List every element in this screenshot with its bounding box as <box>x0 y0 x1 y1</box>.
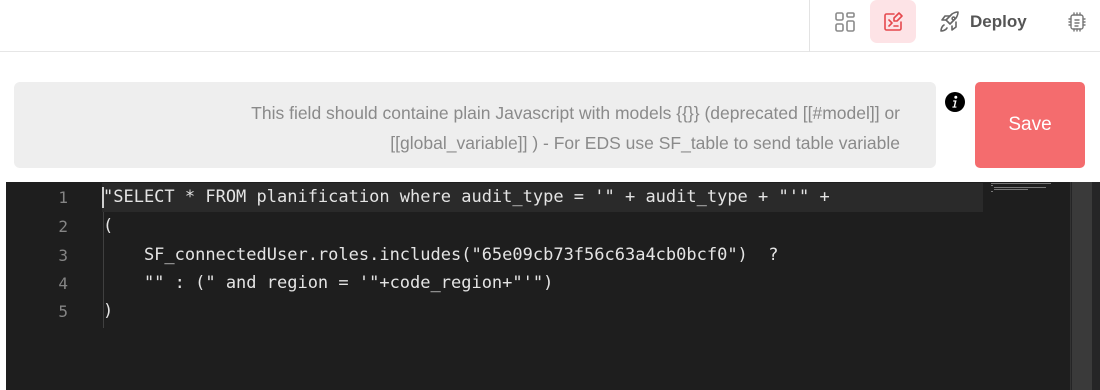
code-editor[interactable]: 1 2 3 4 5 "SELECT * FROM planification w… <box>6 182 1100 390</box>
line-number: 5 <box>58 302 68 321</box>
line-number-gutter: 1 2 3 4 5 <box>6 182 96 390</box>
hint-line-2: [[global_variable]] ) - For EDS use SF_t… <box>390 133 900 153</box>
save-button[interactable]: Save <box>975 82 1085 168</box>
code-edit-icon <box>884 11 903 31</box>
code-minimap[interactable] <box>991 182 1071 194</box>
code-line[interactable]: "SELECT * FROM planification where audit… <box>103 183 830 212</box>
line-number: 1 <box>58 188 68 207</box>
line-number: 2 <box>58 217 68 236</box>
layout-button[interactable] <box>828 0 862 44</box>
code-line[interactable]: ) <box>103 297 113 326</box>
deploy-label: Deploy <box>970 12 1027 31</box>
text-cursor <box>102 187 104 208</box>
code-line[interactable]: SF_connectedUser.roles.includes("65e09cb… <box>103 241 779 270</box>
script-hint-panel: This field should containe plain Javascr… <box>14 82 936 168</box>
toolbar-divider <box>809 0 810 52</box>
rocket-icon <box>940 11 959 32</box>
editor-scrollbar-thumb[interactable] <box>1072 182 1092 390</box>
code-line[interactable]: ( <box>103 212 113 241</box>
grid-layout-icon <box>835 12 855 32</box>
settings-chip-button[interactable] <box>1062 0 1092 44</box>
chip-icon <box>1068 12 1086 32</box>
top-toolbar: Deploy <box>0 0 1100 52</box>
line-number: 3 <box>58 246 68 265</box>
deploy-button[interactable]: Deploy <box>938 0 1038 44</box>
hint-line-1: This field should containe plain Javascr… <box>251 103 900 123</box>
info-icon[interactable] <box>945 92 965 112</box>
line-number: 4 <box>58 274 68 293</box>
code-line[interactable]: "" : (" and region = '"+code_region+"'") <box>103 269 553 298</box>
code-editor-button[interactable] <box>870 0 916 43</box>
